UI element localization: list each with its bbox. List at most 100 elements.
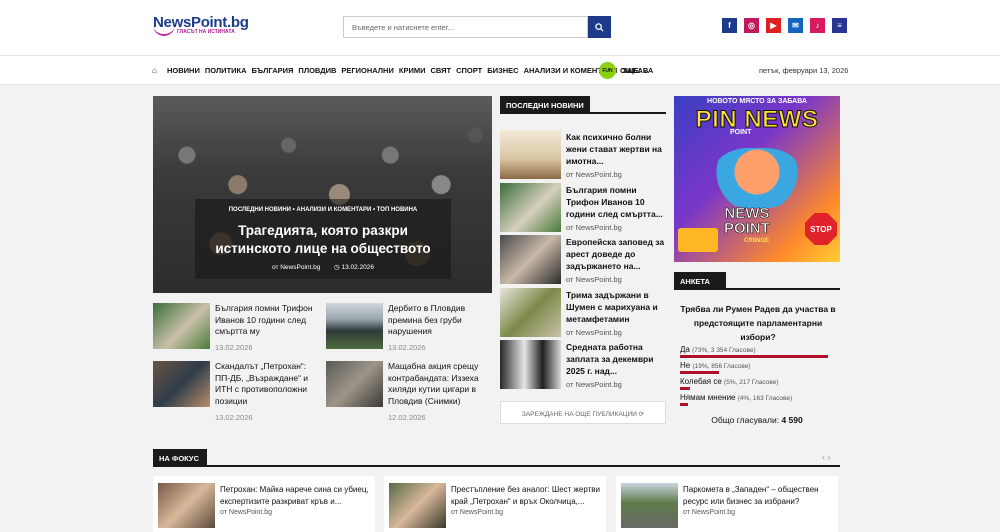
focus-thumbnail[interactable] xyxy=(158,483,215,528)
nav-item[interactable]: СВЯТ xyxy=(430,66,451,75)
poll-option-detail: (5%, 217 Гласове) xyxy=(724,379,779,386)
small-article[interactable]: Скандалът „Петрохан“: ПП-ДБ, „Възраждане… xyxy=(153,361,323,422)
latest-heading-line xyxy=(500,112,666,114)
article-date: 13.02.2026 xyxy=(215,413,253,422)
ad-top-text: НОВОТО МЯСТО ЗА ЗАБАВА xyxy=(707,98,807,105)
chevron-right-icon[interactable]: › xyxy=(828,452,831,462)
latest-author[interactable]: от NewsPoint.bg xyxy=(566,328,622,337)
latest-title[interactable]: Как психично болни жени стават жертви на… xyxy=(566,131,666,167)
poll-option-bar xyxy=(680,403,688,406)
latest-title[interactable]: Средната работна заплата за декември 202… xyxy=(566,341,666,377)
focus-title[interactable]: Паркомета в „Западен“ – обществен ресурс… xyxy=(683,484,835,507)
poll-option[interactable]: Колебая се (5%, 217 Гласове) xyxy=(680,377,779,386)
article-title[interactable]: Мащабна акция срещу контрабандата: Иззех… xyxy=(388,361,496,407)
poll-option-bar xyxy=(680,387,690,390)
latest-item[interactable]: Трима задържани в Шумен с марихуана и ме… xyxy=(500,288,666,338)
site-logo[interactable]: NewsPoint.bg ГЛАСЪТ НА ИСТИНАТА xyxy=(153,14,249,40)
poll-option[interactable]: Нямам мнение (4%, 163 Гласове) xyxy=(680,393,792,402)
latest-item[interactable]: Как психично болни жени стават жертви на… xyxy=(500,130,666,180)
latest-author[interactable]: от NewsPoint.bg xyxy=(566,380,622,389)
focus-title[interactable]: Престъпление без аналог: Шест жертви кра… xyxy=(451,484,603,507)
menu-icon[interactable]: ≡ xyxy=(832,18,847,33)
latest-author[interactable]: от NewsPoint.bg xyxy=(566,170,622,179)
latest-thumbnail[interactable] xyxy=(500,288,561,337)
search-input[interactable]: Въведете и натиснете enter... xyxy=(343,16,588,38)
hero-author[interactable]: от NewsPoint.bg xyxy=(272,264,320,271)
nav-more[interactable]: ОЩЕ: ⌄ xyxy=(620,66,649,75)
ad-criinge-text: CRIINGE xyxy=(744,238,770,244)
nav-item[interactable]: ПЛОВДИВ xyxy=(298,66,336,75)
logo-ring xyxy=(153,24,175,36)
latest-item[interactable]: Европейска заповед за арест доведе до за… xyxy=(500,235,666,285)
small-article[interactable]: Мащабна акция срещу контрабандата: Иззех… xyxy=(326,361,496,422)
ad-banner[interactable]: НОВОТО МЯСТО ЗА ЗАБАВА PIN NEWS POINT NE… xyxy=(674,96,840,262)
latest-item[interactable]: Средната работна заплата за декември 202… xyxy=(500,340,666,390)
latest-author[interactable]: от NewsPoint.bg xyxy=(566,223,622,232)
youtube-icon[interactable]: ▶ xyxy=(766,18,781,33)
latest-title[interactable]: Трима задържани в Шумен с марихуана и ме… xyxy=(566,289,666,325)
nav-item[interactable]: БЪЛГАРИЯ xyxy=(252,66,294,75)
home-icon[interactable]: ⌂ xyxy=(152,66,157,75)
nav-item[interactable]: КРИМИ xyxy=(399,66,426,75)
focus-author[interactable]: от NewsPoint.bg xyxy=(451,509,503,516)
focus-title[interactable]: Петрохан: Майка нарече сина си убиец, ек… xyxy=(220,484,372,507)
tiktok-icon[interactable]: ♪ xyxy=(810,18,825,33)
small-article[interactable]: Дербито в Пловдив премина без груби нару… xyxy=(326,303,496,363)
article-date: 12.02.2026 xyxy=(388,413,426,422)
nav-item[interactable]: БИЗНЕС xyxy=(487,66,518,75)
hero-category[interactable]: АНАЛИЗИ И КОМЕНТАРИ xyxy=(296,207,371,213)
current-date: петък, февруари 13, 2026 xyxy=(759,66,849,75)
hero-category[interactable]: ТОП НОВИНА xyxy=(377,207,417,213)
focus-thumbnail[interactable] xyxy=(621,483,678,528)
nav-item[interactable]: РЕГИОНАЛНИ xyxy=(341,66,393,75)
instagram-icon[interactable]: ◎ xyxy=(744,18,759,33)
poll-option-label: Не xyxy=(680,361,691,370)
article-thumbnail[interactable] xyxy=(153,361,210,407)
focus-card[interactable]: Престъпление без аналог: Шест жертви кра… xyxy=(384,476,606,532)
facebook-icon[interactable]: f xyxy=(722,18,737,33)
poll-option[interactable]: Да (73%, 3 354 Гласове) xyxy=(680,345,756,354)
focus-card[interactable]: Паркомета в „Западен“ – обществен ресурс… xyxy=(616,476,838,532)
article-title[interactable]: България помни Трифон Иванов 10 години с… xyxy=(215,303,323,338)
poll-option-bar xyxy=(680,355,828,358)
fun-badge[interactable]: FUN xyxy=(599,62,616,79)
nav-item[interactable]: СПОРТ xyxy=(456,66,482,75)
nav-item[interactable]: ПОЛИТИКА xyxy=(205,66,247,75)
latest-thumbnail[interactable] xyxy=(500,130,561,179)
latest-item[interactable]: България помни Трифон Иванов 10 години с… xyxy=(500,183,666,233)
article-title[interactable]: Скандалът „Петрохан“: ПП-ДБ, „Възраждане… xyxy=(215,361,323,407)
article-date: 13.02.2026 xyxy=(388,343,426,352)
focus-author[interactable]: от NewsPoint.bg xyxy=(220,509,272,516)
article-title[interactable]: Дербито в Пловдив премина без груби нару… xyxy=(388,303,496,338)
latest-thumbnail[interactable] xyxy=(500,183,561,232)
ad-title: PIN NEWS xyxy=(695,106,819,134)
poll-option[interactable]: Не (19%, 856 Гласове) xyxy=(680,361,751,370)
focus-thumbnail[interactable] xyxy=(389,483,446,528)
article-thumbnail[interactable] xyxy=(326,303,383,349)
poll-option-detail: (4%, 163 Гласове) xyxy=(737,395,793,402)
article-thumbnail[interactable] xyxy=(326,361,383,407)
latest-author[interactable]: от NewsPoint.bg xyxy=(566,275,622,284)
hero-title[interactable]: Трагедията, която разкри истинското лице… xyxy=(199,222,447,258)
load-more-button[interactable]: ЗАРЕЖДАНЕ НА ОЩЕ ПУБЛИКАЦИИ ⟳ xyxy=(500,401,666,424)
email-icon[interactable]: ✉ xyxy=(788,18,803,33)
article-thumbnail[interactable] xyxy=(153,303,210,349)
chevron-left-icon[interactable]: ‹ xyxy=(822,452,825,462)
hero-date: 13.02.2026 xyxy=(341,264,375,271)
ad-stop-sign: STOP xyxy=(805,213,837,245)
nav-item[interactable]: НОВИНИ xyxy=(167,66,200,75)
latest-title[interactable]: България помни Трифон Иванов 10 години с… xyxy=(566,184,666,220)
latest-title[interactable]: Европейска заповед за арест доведе до за… xyxy=(566,236,666,272)
hero-categories: ПОСЛЕДНИ НОВИНИ • АНАЛИЗИ И КОМЕНТАРИ • … xyxy=(195,207,451,213)
focus-card[interactable]: Петрохан: Майка нарече сина си убиец, ек… xyxy=(153,476,375,532)
hero-article[interactable]: ПОСЛЕДНИ НОВИНИ • АНАЛИЗИ И КОМЕНТАРИ • … xyxy=(153,96,492,293)
poll-option-detail: (19%, 856 Гласове) xyxy=(692,363,751,370)
latest-thumbnail[interactable] xyxy=(500,340,561,389)
search-button[interactable] xyxy=(588,16,611,38)
focus-author[interactable]: от NewsPoint.bg xyxy=(683,509,735,516)
ad-subtitle: POINT xyxy=(730,129,752,136)
latest-thumbnail[interactable] xyxy=(500,235,561,284)
search-icon xyxy=(595,22,604,32)
small-article[interactable]: България помни Трифон Иванов 10 години с… xyxy=(153,303,323,363)
hero-category[interactable]: ПОСЛЕДНИ НОВИНИ xyxy=(229,207,291,213)
